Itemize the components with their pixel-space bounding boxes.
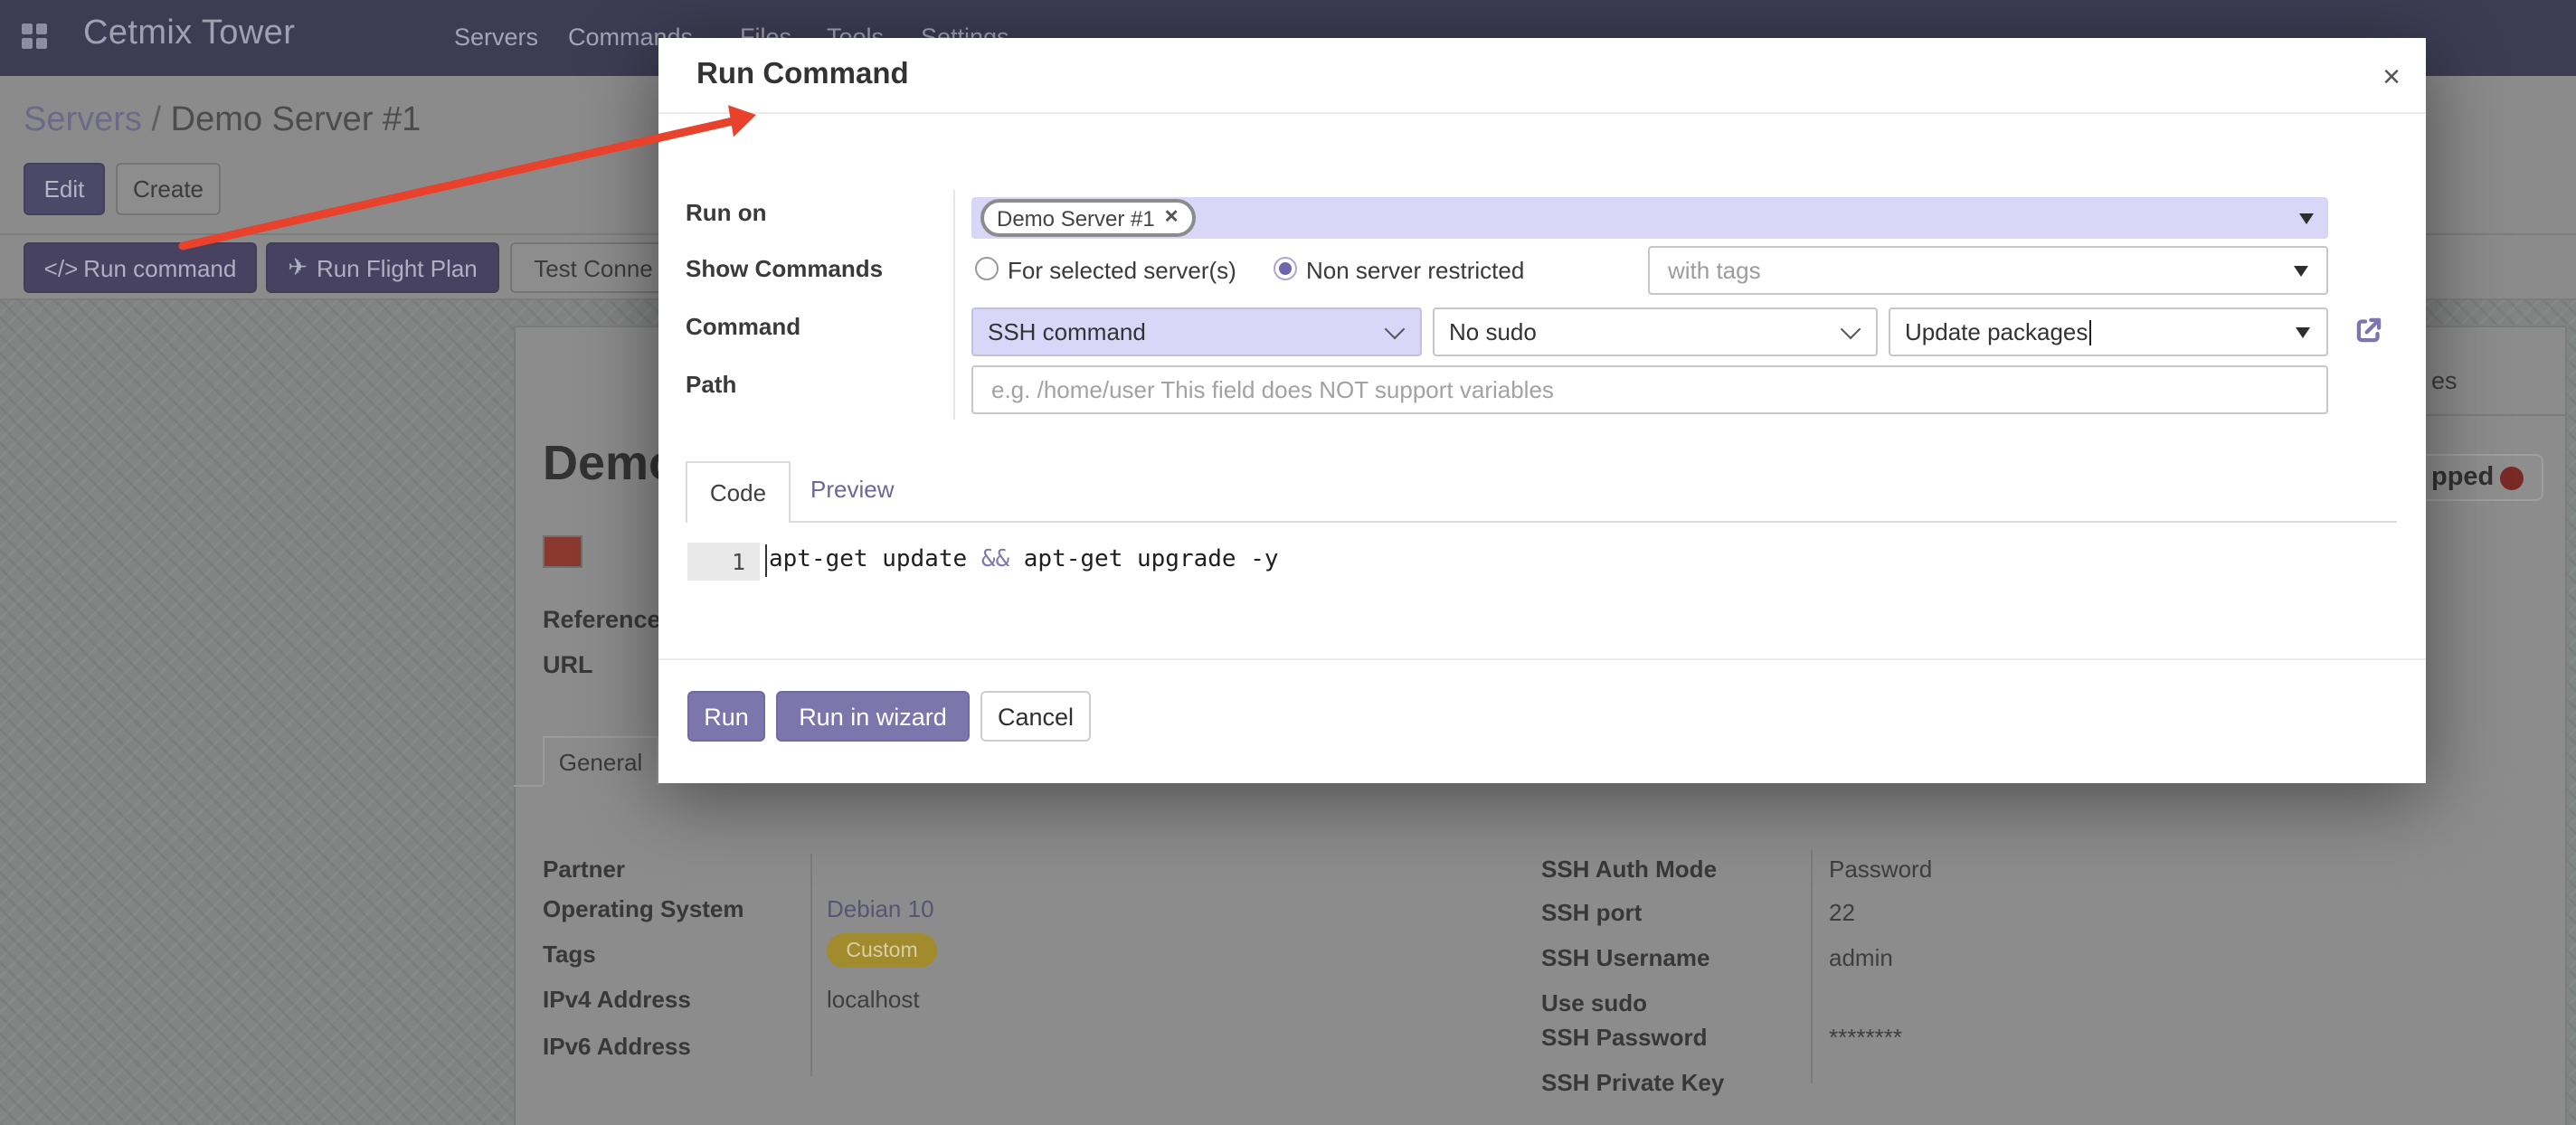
tab-code[interactable]: Code (686, 461, 791, 523)
radio-non-server-restricted[interactable] (1274, 257, 1297, 280)
external-link-icon[interactable] (2352, 313, 2386, 347)
status-text-partial: pped (2431, 463, 2494, 492)
with-tags-select[interactable]: with tags (1648, 246, 2328, 295)
ssh-port-value: 22 (1829, 899, 1855, 926)
tag-custom-badge: Custom (827, 933, 937, 968)
breadcrumb-servers-link[interactable]: Servers (24, 101, 142, 139)
radio-for-selected-servers-label[interactable]: For selected server(s) (1008, 257, 1236, 284)
path-input[interactable]: e.g. /home/user This field does NOT supp… (971, 365, 2328, 414)
tab-bar-border (686, 521, 2397, 523)
ssh-private-key-label: SSH Private Key (1541, 1069, 1724, 1096)
ipv4-label: IPv4 Address (543, 986, 691, 1013)
tab-preview[interactable]: Preview (810, 476, 895, 503)
radio-for-selected-servers[interactable] (975, 257, 999, 280)
run-in-wizard-button[interactable]: Run in wizard (776, 691, 970, 742)
breadcrumb-current: Demo Server #1 (171, 101, 421, 139)
select-chevron-icon (1385, 318, 1406, 339)
left-group-separator (810, 854, 812, 1076)
test-connection-button[interactable]: Test Conne (510, 242, 677, 293)
run-command-modal: Run Command × Run on Demo Server #1 ✕ Sh… (658, 38, 2426, 783)
apps-grid-icon[interactable] (22, 24, 47, 49)
radio-non-server-restricted-label[interactable]: Non server restricted (1306, 257, 1524, 284)
app-brand[interactable]: Cetmix Tower (83, 14, 295, 54)
command-type-select[interactable]: SSH command (971, 307, 1422, 356)
clipped-button-text: es (2431, 367, 2458, 394)
ssh-password-label: SSH Password (1541, 1024, 1708, 1051)
ssh-auth-mode-value: Password (1829, 856, 1932, 883)
code-editor-line[interactable]: apt-get update && apt-get upgrade -y (769, 546, 1279, 573)
breadcrumb: Servers / Demo Server #1 (24, 101, 421, 141)
url-label: URL (543, 651, 593, 678)
show-commands-label: Show Commands (686, 255, 883, 282)
modal-header-divider (658, 112, 2426, 114)
run-on-field[interactable]: Demo Server #1 ✕ (971, 197, 2328, 239)
run-button[interactable]: Run (687, 691, 765, 742)
command-combobox[interactable]: Update packages (1889, 307, 2328, 356)
code-cursor (765, 544, 767, 577)
select-chevron-icon (1841, 318, 1861, 339)
ssh-port-label: SSH port (1541, 899, 1642, 926)
modal-footer-divider (658, 658, 2426, 660)
server-tag-pill: Demo Server #1 ✕ (980, 199, 1196, 237)
ipv4-value: localhost (827, 986, 920, 1013)
breadcrumb-separator: / (152, 101, 162, 139)
form-column-separator (953, 190, 955, 420)
close-icon[interactable]: × (2382, 61, 2401, 92)
status-dot-icon (2500, 467, 2524, 490)
ipv6-label: IPv6 Address (543, 1033, 691, 1060)
partner-label: Partner (543, 856, 625, 883)
ssh-auth-mode-label: SSH Auth Mode (1541, 856, 1717, 883)
run-flight-plan-button[interactable]: ✈ Run Flight Plan (266, 242, 499, 293)
os-value-link[interactable]: Debian 10 (827, 895, 934, 922)
dropdown-caret-icon (2296, 326, 2310, 337)
ssh-username-label: SSH Username (1541, 944, 1709, 971)
run-command-button[interactable]: </> Run command (24, 242, 257, 293)
reference-label: Reference (543, 606, 661, 633)
edit-button[interactable]: Edit (24, 163, 105, 215)
dropdown-caret-icon (2294, 265, 2308, 276)
button-box-border (2426, 414, 2567, 416)
ssh-password-value: ******** (1829, 1024, 1902, 1051)
path-label: Path (686, 371, 736, 398)
use-sudo-label: Use sudo (1541, 989, 1647, 1016)
color-swatch[interactable] (543, 535, 582, 568)
notebook-border (514, 785, 543, 787)
nav-item-servers[interactable]: Servers (454, 24, 538, 51)
run-on-label: Run on (686, 199, 767, 226)
os-label: Operating System (543, 895, 744, 922)
text-cursor (2089, 319, 2091, 345)
code-line-number: 1 (687, 543, 760, 581)
right-group-separator (1811, 850, 1813, 1083)
plane-icon: ✈ (288, 253, 308, 282)
ssh-username-value: admin (1829, 944, 1893, 971)
screen: Cetmix Tower Servers Commands Files Tool… (0, 0, 2576, 1125)
dropdown-caret-icon[interactable] (2299, 213, 2314, 223)
code-icon: </> (44, 254, 79, 281)
tab-general[interactable]: General (543, 736, 658, 785)
tags-label: Tags (543, 941, 596, 968)
create-button[interactable]: Create (116, 163, 221, 215)
modal-title: Run Command (696, 58, 909, 92)
command-label: Command (686, 313, 800, 340)
cancel-button[interactable]: Cancel (980, 691, 1091, 742)
remove-tag-icon[interactable]: ✕ (1164, 208, 1179, 228)
sudo-select[interactable]: No sudo (1433, 307, 1878, 356)
